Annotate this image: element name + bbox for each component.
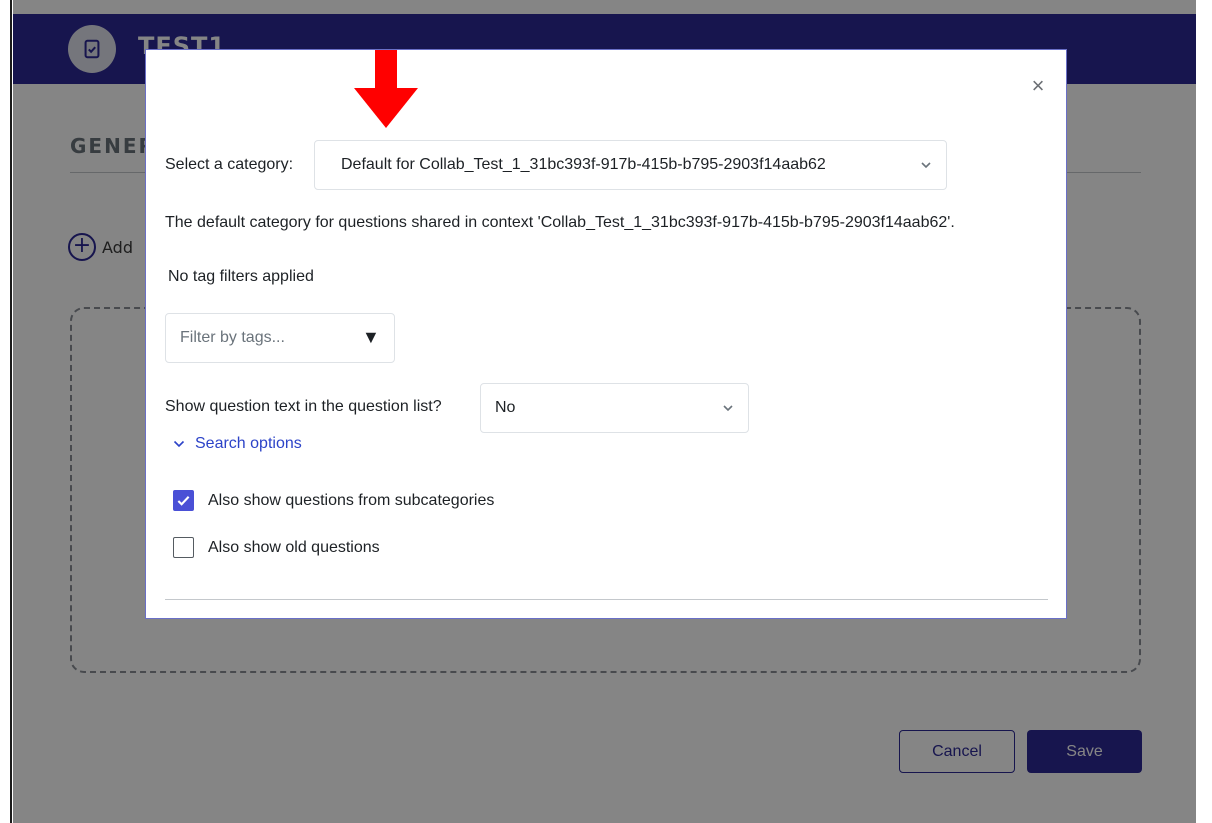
category-description: The default category for questions share…	[165, 214, 955, 231]
question-bank-modal: × Select a category: Default for Collab_…	[145, 49, 1067, 619]
caret-down-icon: ▼	[362, 327, 380, 347]
window-left-border	[0, 0, 12, 823]
old-questions-checkbox-row[interactable]: Also show old questions	[173, 537, 380, 558]
search-options-toggle[interactable]: Search options	[173, 435, 302, 453]
chevron-down-icon	[173, 440, 185, 448]
tag-filter-placeholder: Filter by tags...	[180, 329, 285, 346]
subcategories-checkbox-row[interactable]: Also show questions from subcategories	[173, 490, 494, 511]
check-icon	[177, 496, 190, 506]
tag-filter-input[interactable]: Filter by tags... ▼	[165, 313, 395, 363]
show-question-text-select[interactable]: No	[480, 383, 749, 433]
subcategories-checkbox[interactable]	[173, 490, 194, 511]
show-question-text-value: No	[495, 399, 516, 416]
subcategories-checkbox-label: Also show questions from subcategories	[208, 491, 495, 509]
show-question-text-label: Show question text in the question list?	[165, 398, 442, 415]
tag-filter-status: No tag filters applied	[168, 268, 314, 285]
category-select[interactable]: Default for Collab_Test_1_31bc393f-917b-…	[314, 140, 947, 190]
category-label: Select a category:	[165, 156, 294, 173]
red-arrow-down-icon	[354, 50, 418, 128]
chevron-down-icon	[921, 162, 931, 169]
old-questions-checkbox[interactable]	[173, 537, 194, 558]
search-options-label: Search options	[195, 435, 302, 452]
close-icon[interactable]: ×	[1026, 74, 1050, 98]
modal-divider	[165, 599, 1048, 600]
category-selected-value: Default for Collab_Test_1_31bc393f-917b-…	[341, 156, 826, 173]
chevron-down-icon	[723, 405, 733, 412]
old-questions-checkbox-label: Also show old questions	[208, 538, 380, 556]
